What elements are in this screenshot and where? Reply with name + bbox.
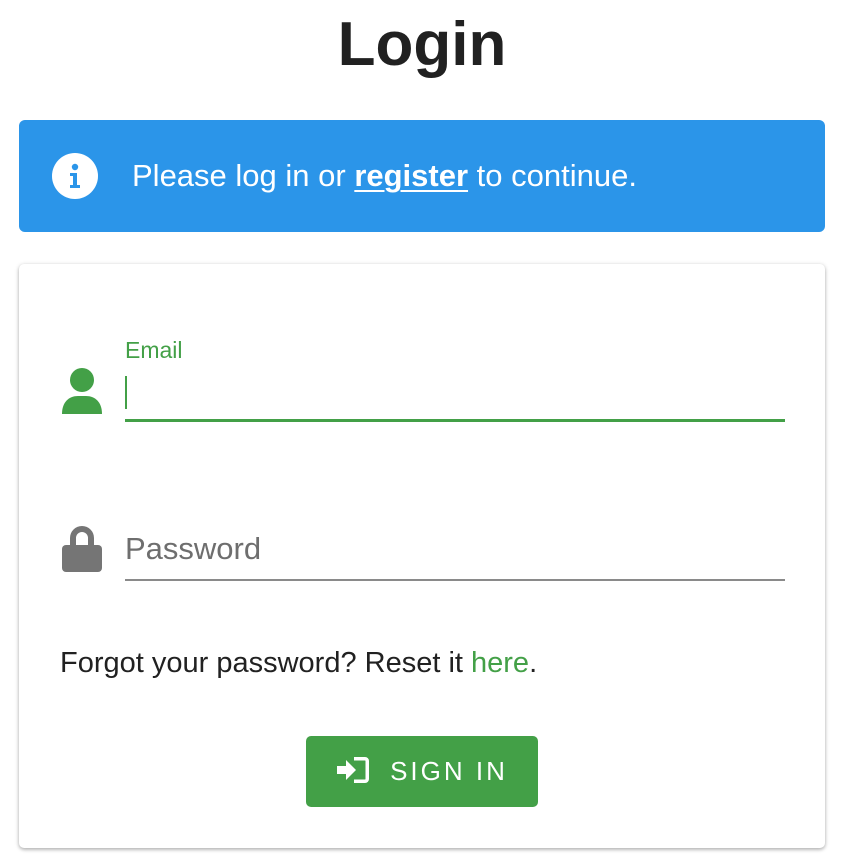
reset-password-link[interactable]: here [471,647,529,679]
password-field[interactable] [125,528,785,581]
lock-icon [60,523,104,578]
email-field[interactable] [125,372,785,422]
page-title: Login [337,10,507,79]
alert-text-before: Please log in or [132,158,355,193]
login-page: Login Please log in or register to conti… [0,0,844,868]
info-icon [52,153,98,199]
forgot-password-text: Forgot your password? Reset it here. [60,644,537,682]
forgot-text-after: . [529,647,538,679]
register-link[interactable]: register [354,158,468,193]
alert-text-after: to continue. [468,158,637,193]
forgot-text-before: Forgot your password? Reset it [60,647,472,679]
info-alert: Please log in or register to continue. [19,120,825,232]
login-card: Email Forgot your password? Reset it her… [19,264,825,848]
alert-message: Please log in or register to continue. [132,156,637,196]
sign-in-label: SIGN IN [390,756,508,786]
text-cursor [125,376,127,409]
sign-in-icon [336,755,370,788]
email-label: Email [125,337,183,363]
user-icon [60,366,104,421]
sign-in-button[interactable]: SIGN IN [306,736,538,807]
